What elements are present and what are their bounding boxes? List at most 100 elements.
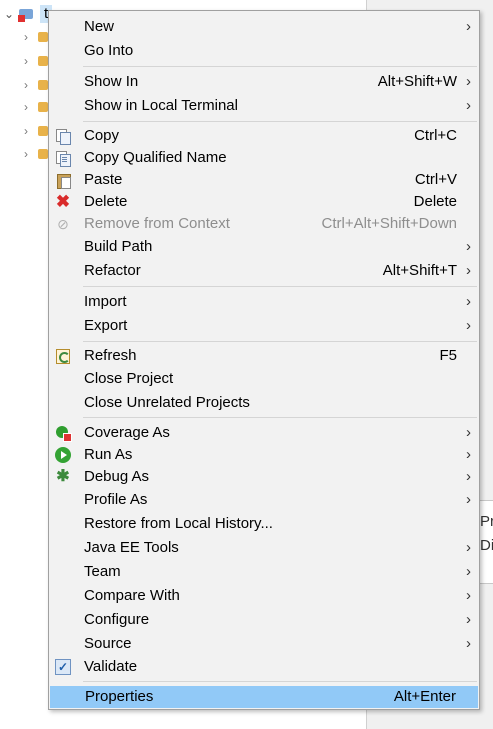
menu-item-import[interactable]: Import › xyxy=(49,291,479,313)
chevron-down-icon[interactable]: ⌄ xyxy=(0,7,18,21)
menu-item-label: Team xyxy=(84,563,121,580)
menu-item-configure[interactable]: Configure › xyxy=(49,609,479,631)
menu-item-shortcut: Alt+Shift+T xyxy=(382,262,457,279)
menu-separator xyxy=(83,417,477,418)
tree-root-project[interactable]: ⌄ t xyxy=(0,2,53,26)
submenu-arrow-icon: › xyxy=(466,97,471,114)
remove-context-icon: ⊘ xyxy=(57,216,69,232)
submenu-arrow-icon: › xyxy=(466,317,471,334)
submenu-arrow-icon: › xyxy=(466,468,471,485)
menu-item-label: Restore from Local History... xyxy=(84,515,273,532)
delete-icon: ✖ xyxy=(55,192,71,211)
submenu-arrow-icon: › xyxy=(466,563,471,580)
menu-item-profile-as[interactable]: Profile As › xyxy=(49,489,479,511)
submenu-arrow-icon: › xyxy=(466,293,471,310)
menu-item-refactor[interactable]: Refactor Alt+Shift+T › xyxy=(49,260,479,282)
menu-item-coverage-as[interactable]: Coverage As › xyxy=(49,422,479,444)
menu-item-label: Refactor xyxy=(84,262,141,279)
submenu-arrow-icon: › xyxy=(466,424,471,441)
menu-separator xyxy=(83,681,477,682)
menu-item-label: Show In xyxy=(84,73,139,90)
submenu-arrow-icon: › xyxy=(466,18,471,35)
menu-item-label: Copy Qualified Name xyxy=(84,149,227,166)
menu-item-label: Paste xyxy=(84,171,123,188)
menu-item-label: Compare With xyxy=(84,587,180,604)
menu-item-debug-as[interactable]: ✱ Debug As › xyxy=(49,466,479,488)
menu-item-shortcut: Ctrl+V xyxy=(414,171,457,188)
menu-item-label: Close Project xyxy=(84,370,174,387)
chevron-right-icon[interactable]: › xyxy=(24,54,38,68)
menu-item-close-unrelated-projects[interactable]: Close Unrelated Projects xyxy=(49,392,479,414)
menu-item-shortcut: Ctrl+C xyxy=(414,127,457,144)
context-menu: New › Go Into Show In Alt+Shift+W › Show… xyxy=(48,10,480,710)
chevron-right-icon[interactable]: › xyxy=(24,100,38,114)
menu-separator xyxy=(83,286,477,287)
submenu-arrow-icon: › xyxy=(466,491,471,508)
submenu-arrow-icon: › xyxy=(466,262,471,279)
chevron-right-icon[interactable]: › xyxy=(24,124,38,138)
menu-item-validate[interactable]: ✓ Validate xyxy=(49,656,479,678)
menu-item-export[interactable]: Export › xyxy=(49,315,479,337)
menu-item-copy[interactable]: Copy Ctrl+C xyxy=(49,125,479,147)
menu-separator xyxy=(83,341,477,342)
menu-item-paste[interactable]: Paste Ctrl+V xyxy=(49,169,479,191)
menu-item-run-as[interactable]: Run As › xyxy=(49,444,479,466)
menu-item-source[interactable]: Source › xyxy=(49,633,479,655)
right-tab-label-2[interactable]: Dis xyxy=(480,537,493,554)
menu-item-label: New xyxy=(84,18,115,35)
menu-item-label: Refresh xyxy=(84,347,137,364)
menu-item-team[interactable]: Team › xyxy=(49,561,479,583)
menu-item-copy-qualified-name[interactable]: Copy Qualified Name xyxy=(49,147,479,169)
coverage-icon xyxy=(55,425,72,442)
package-icon xyxy=(38,32,48,42)
debug-bug-icon: ✱ xyxy=(56,468,70,485)
menu-item-label: Debug As xyxy=(84,468,150,485)
package-icon xyxy=(38,56,48,66)
submenu-arrow-icon: › xyxy=(466,539,471,556)
menu-item-new[interactable]: New › xyxy=(49,16,479,38)
refresh-icon xyxy=(55,348,71,364)
menu-item-label: Validate xyxy=(84,658,138,675)
menu-item-label: Close Unrelated Projects xyxy=(84,394,250,411)
copy-qualified-icon xyxy=(55,150,71,167)
menu-separator xyxy=(83,66,477,67)
copy-icon xyxy=(55,128,71,145)
menu-item-properties[interactable]: Properties Alt+Enter xyxy=(50,686,478,708)
right-tab-label-1[interactable]: Pro xyxy=(480,513,493,530)
menu-item-shortcut: Delete xyxy=(413,193,457,210)
menu-item-label: Profile As xyxy=(84,491,148,508)
menu-item-label: Go Into xyxy=(84,42,134,59)
submenu-arrow-icon: › xyxy=(466,238,471,255)
menu-item-label: Java EE Tools xyxy=(84,539,179,556)
chevron-right-icon[interactable]: › xyxy=(24,78,38,92)
folder-icon xyxy=(38,149,48,159)
menu-item-refresh[interactable]: Refresh F5 xyxy=(49,345,479,367)
menu-item-label: Export xyxy=(84,317,128,334)
menu-item-shortcut: Alt+Enter xyxy=(393,688,456,705)
menu-item-restore-from-local-history[interactable]: Restore from Local History... xyxy=(49,513,479,535)
chevron-right-icon[interactable]: › xyxy=(24,147,38,161)
menu-item-label: Run As xyxy=(84,446,133,463)
library-icon xyxy=(38,80,48,90)
menu-item-show-in-local-terminal[interactable]: Show in Local Terminal › xyxy=(49,95,479,117)
menu-item-remove-from-context: ⊘ Remove from Context Ctrl+Alt+Shift+Dow… xyxy=(49,213,479,235)
chevron-right-icon[interactable]: › xyxy=(24,30,38,44)
menu-item-show-in[interactable]: Show In Alt+Shift+W › xyxy=(49,71,479,93)
run-icon xyxy=(55,447,71,463)
menu-item-label: Show in Local Terminal xyxy=(84,97,238,114)
menu-item-label: Import xyxy=(84,293,127,310)
menu-item-delete[interactable]: ✖ Delete Delete xyxy=(49,191,479,213)
menu-item-build-path[interactable]: Build Path › xyxy=(49,236,479,258)
menu-item-label: Remove from Context xyxy=(84,215,230,232)
menu-item-shortcut: F5 xyxy=(439,347,457,364)
validate-check-icon: ✓ xyxy=(55,659,71,675)
menu-item-go-into[interactable]: Go Into xyxy=(49,40,479,62)
menu-separator xyxy=(83,121,477,122)
menu-item-close-project[interactable]: Close Project xyxy=(49,368,479,390)
menu-item-java-ee-tools[interactable]: Java EE Tools › xyxy=(49,537,479,559)
menu-item-label: Properties xyxy=(85,688,154,705)
menu-item-compare-with[interactable]: Compare With › xyxy=(49,585,479,607)
library-icon xyxy=(38,102,48,112)
folder-icon xyxy=(38,126,48,136)
submenu-arrow-icon: › xyxy=(466,635,471,652)
